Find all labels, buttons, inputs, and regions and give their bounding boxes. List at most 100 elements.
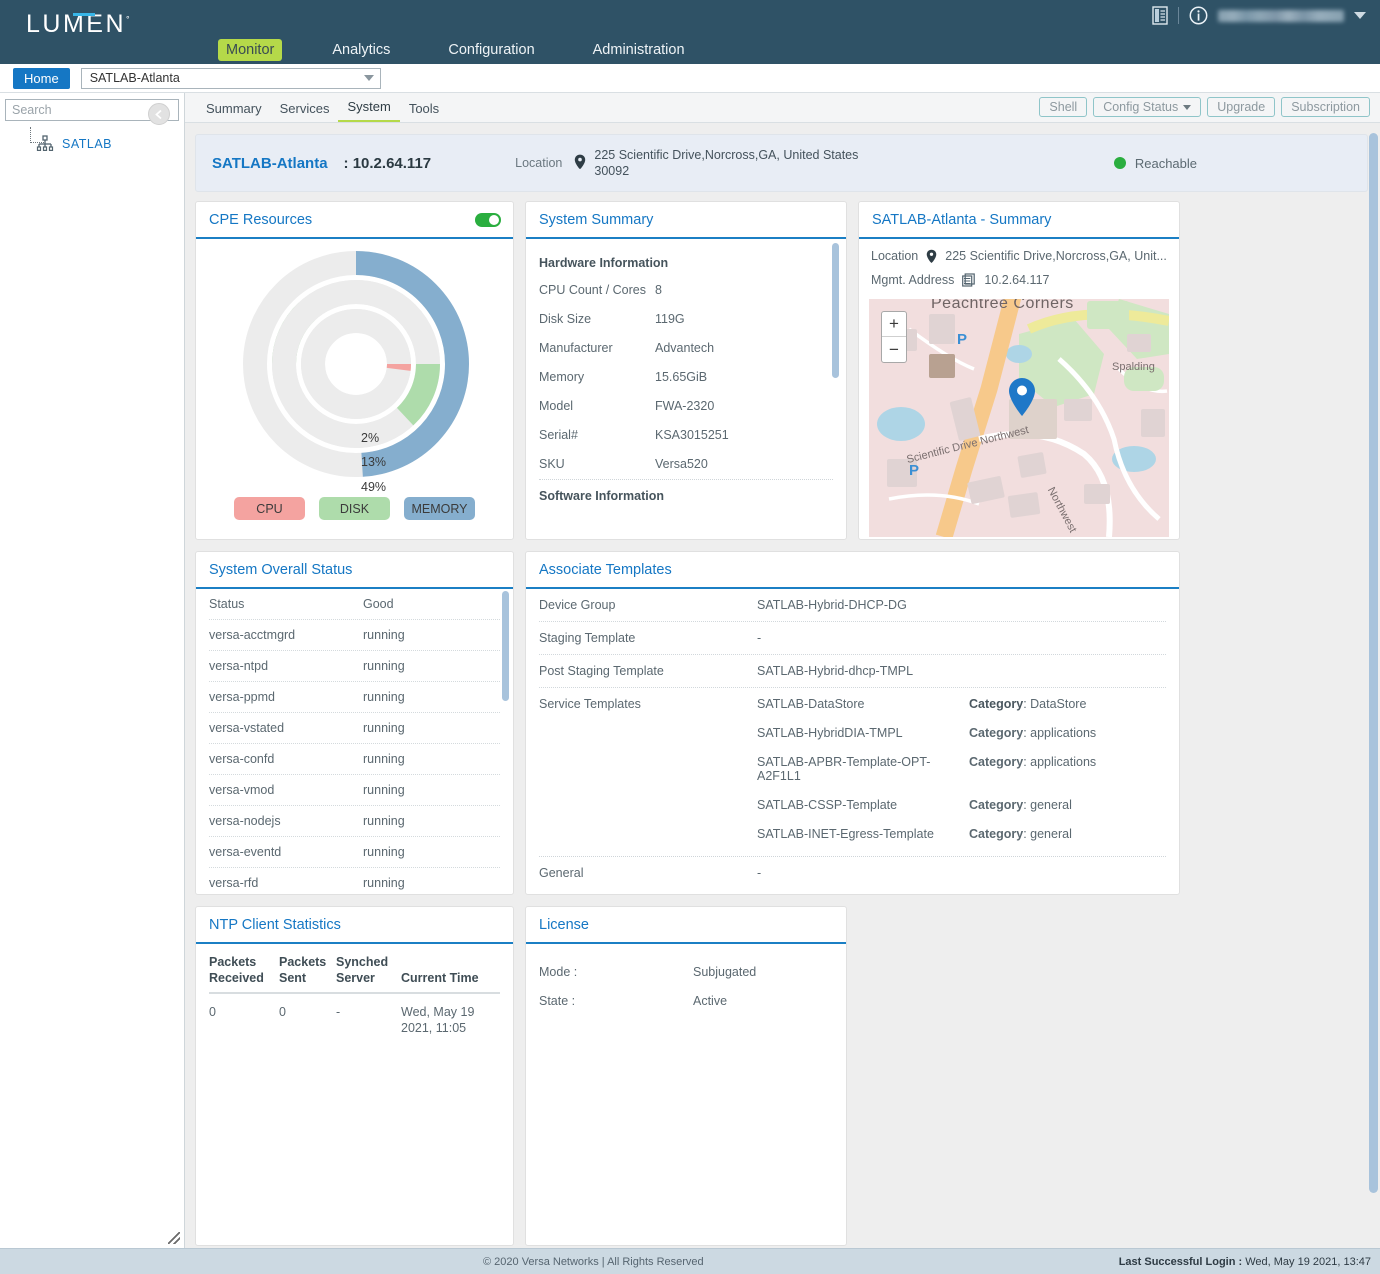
license-mode-value: Subjugated xyxy=(693,965,756,979)
license-state-value: Active xyxy=(693,994,727,1008)
legend-item-memory[interactable]: MEMORY xyxy=(404,497,475,520)
spacer xyxy=(539,798,757,812)
legend-item-cpu[interactable]: CPU xyxy=(234,497,305,520)
kv-key: CPU Count / Cores xyxy=(539,283,655,297)
system-status-scrollbar[interactable] xyxy=(502,591,509,701)
status-row: versa-vstatedrunning xyxy=(209,713,500,744)
document-list-icon[interactable] xyxy=(1152,6,1168,25)
status-row: versa-nodejsrunning xyxy=(209,806,500,837)
map-marker-pin-icon[interactable] xyxy=(1007,377,1037,420)
kv-row: CPU Count / Cores8 xyxy=(539,276,833,305)
dashboard-row-3: NTP Client Statistics Packets Received P… xyxy=(195,906,1368,1246)
status-key: versa-acctmgrd xyxy=(209,628,363,642)
hardware-info-list: Hardware Information CPU Count / Cores8 … xyxy=(526,239,846,509)
status-key: versa-ppmd xyxy=(209,690,363,704)
server-icon xyxy=(962,273,976,291)
main-scrollbar[interactable] xyxy=(1369,133,1378,1193)
template-key: Post Staging Template xyxy=(539,664,757,678)
column-header: Current Time xyxy=(401,970,491,986)
kv-key: Memory xyxy=(539,370,655,384)
chevron-down-icon xyxy=(364,75,374,81)
device-name[interactable]: SATLAB-Atlanta xyxy=(212,155,328,172)
license-card: License Mode : Subjugated State : Active xyxy=(525,906,847,1246)
software-info-header: Software Information xyxy=(539,480,833,509)
card-header: System Summary xyxy=(526,202,846,239)
legend-item-disk[interactable]: DISK xyxy=(319,497,390,520)
user-name-redacted[interactable] xyxy=(1218,10,1344,22)
collapse-left-icon[interactable] xyxy=(148,103,170,125)
location-map[interactable]: Peachtree Corners Spalding Scientific Dr… xyxy=(869,299,1169,537)
status-key: versa-nodejs xyxy=(209,814,363,828)
status-key: versa-rfd xyxy=(209,876,363,890)
template-key: Staging Template xyxy=(539,631,757,645)
cpe-resources-toggle[interactable] xyxy=(475,213,501,227)
last-login-value: Wed, May 19 2021, 13:47 xyxy=(1242,1256,1371,1268)
column-header: Synched Server xyxy=(336,954,401,986)
subscription-button[interactable]: Subscription xyxy=(1281,97,1370,117)
caret-down-icon xyxy=(1183,105,1191,110)
kv-key: Manufacturer xyxy=(539,341,655,355)
kv-value: Versa520 xyxy=(655,457,708,471)
status-row: versa-acctmgrdrunning xyxy=(209,620,500,651)
general-value: - xyxy=(757,866,969,880)
status-row: versa-confdrunning xyxy=(209,744,500,775)
tab-services[interactable]: Services xyxy=(271,97,339,122)
template-value: - xyxy=(757,631,969,645)
current-time-value: Wed, May 19 2021, 11:05 xyxy=(401,1004,491,1036)
kv-row: Disk Size119G xyxy=(539,305,833,334)
category-value: general xyxy=(1030,827,1072,841)
card-title: System Overall Status xyxy=(209,562,352,578)
location-pin-icon xyxy=(926,249,937,267)
main-content: Summary Services System Tools Shell Conf… xyxy=(185,93,1380,1248)
tab-tools[interactable]: Tools xyxy=(400,97,448,122)
status-key: Status xyxy=(209,597,363,611)
nav-item-configuration[interactable]: Configuration xyxy=(440,39,542,61)
status-value: running xyxy=(363,628,405,642)
nav-item-monitor[interactable]: Monitor xyxy=(218,39,282,61)
status-row: versa-vmodrunning xyxy=(209,775,500,806)
disk-percent-label: 13% xyxy=(361,455,386,469)
category-label: Category xyxy=(969,827,1023,841)
kv-key: Model xyxy=(539,399,655,413)
template-row: Staging Template - xyxy=(539,622,1166,655)
tree-item-satlab[interactable]: SATLAB xyxy=(0,135,184,153)
info-icon[interactable] xyxy=(1189,6,1208,25)
map-zoom-out-button[interactable]: − xyxy=(882,337,906,362)
mgmt-address-label: Mgmt. Address xyxy=(871,273,954,291)
table-header-row: Packets Received Packets Sent Synched Se… xyxy=(209,954,500,994)
system-summary-scrollbar[interactable] xyxy=(832,243,839,378)
category-value: applications xyxy=(1030,726,1096,740)
map-zoom-in-button[interactable]: + xyxy=(882,312,906,337)
service-templates-row: SATLAB-INET-Egress-Template Category: ge… xyxy=(539,827,1166,857)
upgrade-button[interactable]: Upgrade xyxy=(1207,97,1275,117)
chevron-down-icon[interactable] xyxy=(1354,12,1366,19)
shell-button[interactable]: Shell xyxy=(1039,97,1087,117)
device-ip: : 10.2.64.117 xyxy=(344,155,432,172)
kv-row: ModelFWA-2320 xyxy=(539,392,833,421)
service-templates-row: SATLAB-CSSP-Template Category: general xyxy=(539,798,1166,827)
status-dot-icon xyxy=(1114,157,1126,169)
sidebar-resize-grip[interactable] xyxy=(168,1232,180,1244)
service-template-name: SATLAB-APBR-Template-OPT-A2F1L1 xyxy=(757,755,969,783)
device-selector[interactable]: SATLAB-Atlanta xyxy=(81,68,381,89)
kv-row: ManufacturerAdvantech xyxy=(539,334,833,363)
kv-value: 15.65GiB xyxy=(655,370,707,384)
kv-value: Advantech xyxy=(655,341,714,355)
nav-item-administration[interactable]: Administration xyxy=(585,39,693,61)
status-value: running xyxy=(363,659,405,673)
tab-system[interactable]: System xyxy=(338,95,399,122)
card-title: System Summary xyxy=(539,212,653,228)
config-status-label: Config Status xyxy=(1103,100,1178,114)
lumen-logo[interactable]: LUMEN° xyxy=(26,10,130,39)
status-value: running xyxy=(363,690,405,704)
status-key: versa-confd xyxy=(209,752,363,766)
dashboard: SATLAB-Atlanta : 10.2.64.117 Location 22… xyxy=(185,124,1380,1248)
nav-item-analytics[interactable]: Analytics xyxy=(324,39,398,61)
service-template-name: SATLAB-CSSP-Template xyxy=(757,798,969,812)
card-header: Associate Templates xyxy=(526,552,1179,589)
memory-percent-label: 49% xyxy=(361,480,386,494)
home-button[interactable]: Home xyxy=(13,68,70,89)
mgmt-address-value: 10.2.64.117 xyxy=(984,273,1049,291)
tab-summary[interactable]: Summary xyxy=(197,97,271,122)
config-status-button[interactable]: Config Status xyxy=(1093,97,1201,117)
